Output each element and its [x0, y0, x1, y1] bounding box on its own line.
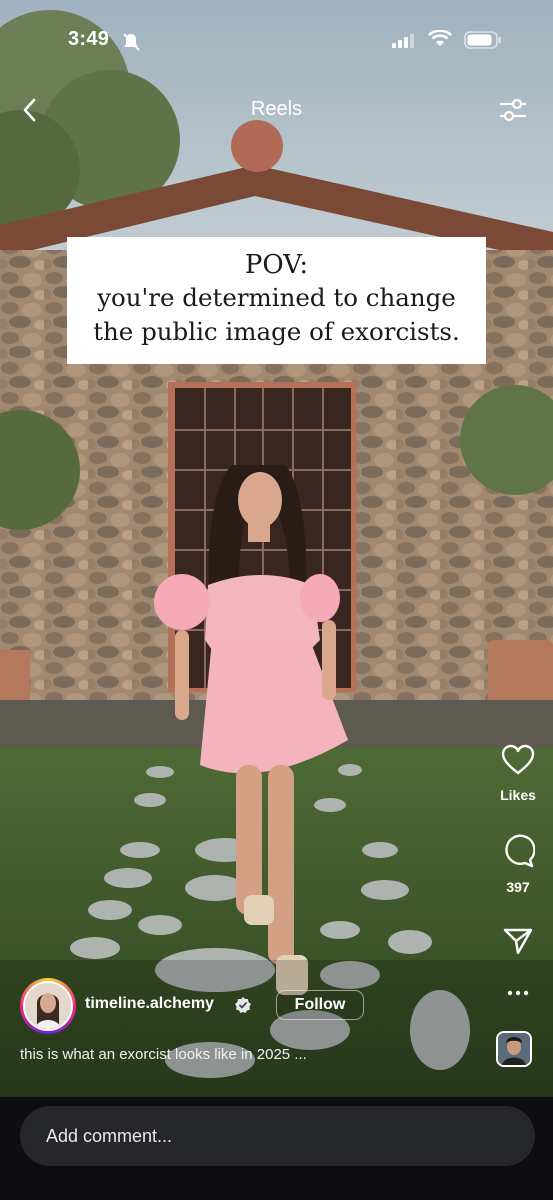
verified-badge-icon — [234, 996, 252, 1019]
reel-video[interactable] — [0, 0, 553, 1097]
wifi-icon — [428, 29, 452, 53]
status-bar: 3:49 — [0, 22, 553, 62]
reel-description[interactable]: this is what an exorcist looks like in 2… — [20, 1046, 307, 1063]
author-row: timeline.alchemy Follow — [20, 978, 480, 1034]
battery-icon — [464, 31, 502, 54]
likes-label[interactable]: Likes — [483, 787, 553, 803]
comment-bubble-icon[interactable] — [483, 834, 553, 873]
like-heart-icon[interactable] — [483, 744, 553, 781]
author-avatar-story-ring[interactable] — [20, 978, 76, 1034]
original-audio-thumbnail[interactable] — [496, 1031, 532, 1067]
overlay-line-1: POV: — [244, 250, 309, 280]
page-title: Reels — [250, 98, 303, 120]
reel-screen: 3:49 Reels POV: you're determined to cha… — [0, 0, 553, 1200]
comments-count[interactable]: 397 — [483, 879, 553, 895]
silent-mode-icon — [122, 32, 140, 57]
video-text-overlay: POV: you're determined to change the pub… — [67, 237, 486, 364]
comment-bar: Add comment... — [0, 1097, 553, 1200]
share-action — [483, 926, 553, 961]
overlay-line-2: you're determined to change — [97, 283, 456, 312]
cellular-signal-icon — [392, 34, 414, 53]
overlay-line-3: the public image of exorcists. — [93, 317, 460, 346]
like-action: Likes — [483, 744, 553, 803]
author-avatar — [25, 983, 71, 1029]
more-options-action — [483, 986, 553, 1005]
status-time: 3:49 — [68, 28, 110, 50]
add-comment-input[interactable]: Add comment... — [20, 1106, 535, 1166]
share-send-icon[interactable] — [483, 926, 553, 961]
author-username[interactable]: timeline.alchemy — [85, 995, 214, 1013]
comment-action: 397 — [483, 834, 553, 895]
filter-settings-icon[interactable] — [498, 96, 528, 129]
more-options-icon[interactable] — [483, 986, 553, 1005]
follow-button[interactable]: Follow — [276, 990, 364, 1020]
reels-header: Reels — [0, 90, 553, 130]
